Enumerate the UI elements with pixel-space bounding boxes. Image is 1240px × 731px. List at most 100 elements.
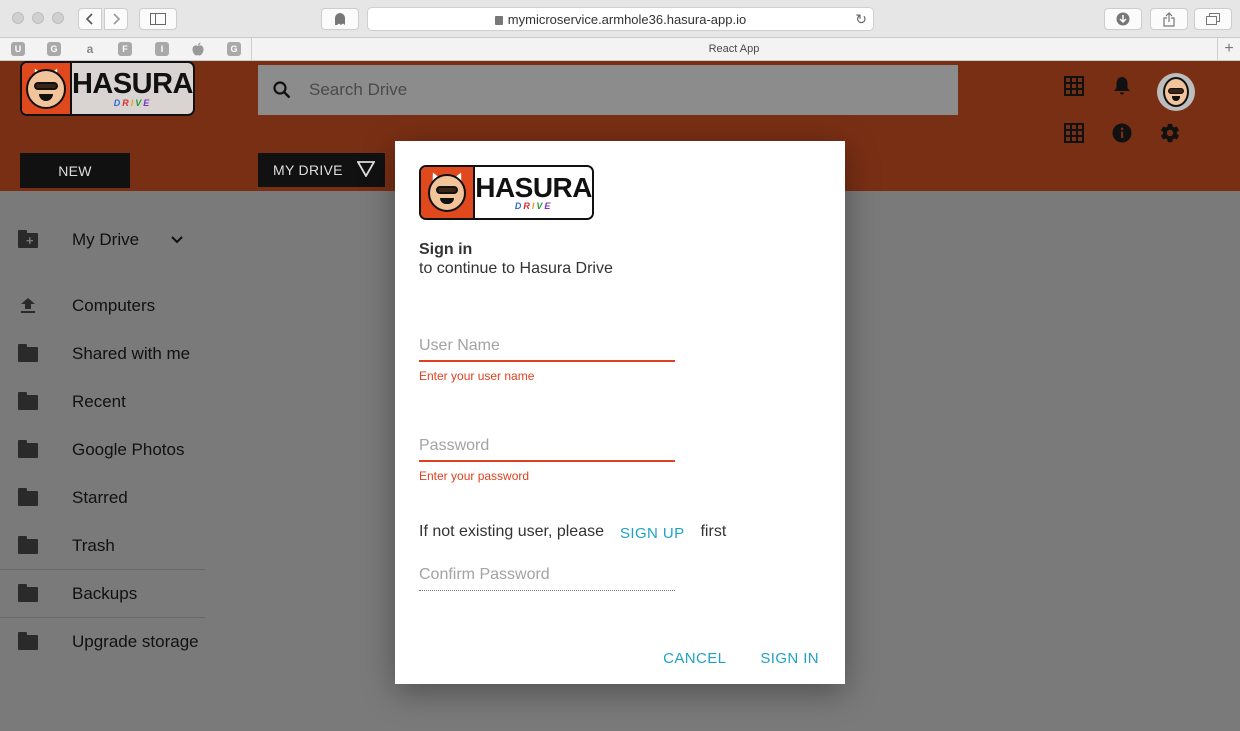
sidebar-icon [150,13,166,25]
logo-text: HASURA [71,67,193,100]
sidebar-item-label: Trash [72,536,115,555]
my-drive-label: MY DRIVE [273,162,343,178]
sign-in-button[interactable]: SIGN IN [760,650,819,667]
address-bar[interactable]: mymicroservice.armhole36.hasura-app.io ↻ [367,7,874,31]
username-underline [419,360,675,362]
favorites-bar: U G a F I G React App + [0,38,1240,61]
sidebar-item-label: Upgrade storage [72,632,199,651]
sidebar-item-label: Shared with me [72,344,191,363]
folder-add-icon: + [18,229,38,250]
tabs-icon [1206,13,1220,25]
sidebar-item-computers[interactable]: Computers [0,286,205,326]
my-drive-dropdown[interactable]: MY DRIVE [258,153,385,187]
tabs-overview-button[interactable] [1194,8,1232,30]
grid-view-icon[interactable] [1062,121,1086,145]
folder-icon [18,391,38,412]
back-button[interactable] [78,8,102,30]
tab-title[interactable]: React App [252,38,1216,60]
sidebar-item-starred[interactable]: Starred [0,478,205,518]
folder-icon [18,439,38,460]
password-input[interactable] [419,435,675,457]
mascot-icon [421,167,474,218]
share-button[interactable] [1150,8,1188,30]
signup-row: If not existing user, please SIGN UP fir… [419,523,727,542]
sidebar-item-google-photos[interactable]: Google Photos [0,430,205,470]
folder-icon [18,631,38,652]
folder-icon [18,583,38,604]
sidebar-item-my-drive[interactable]: + My Drive [0,220,205,260]
logo-text: HASURA [475,172,592,203]
user-avatar[interactable] [1157,73,1195,111]
new-tab-button[interactable]: + [1217,38,1240,60]
url-text: mymicroservice.armhole36.hasura-app.io [507,11,747,27]
upload-icon [18,296,38,316]
favorite-i[interactable]: I [155,42,169,56]
lock-icon [494,15,503,25]
logo-subtext: DRIVE [113,97,152,108]
confirm-password-underline [419,590,675,591]
apps-grid-icon[interactable] [1062,74,1086,98]
sidebar-item-backups[interactable]: Backups [0,574,205,614]
minimize-window-button[interactable] [32,12,44,24]
logo-subtext: DRIVE [514,201,553,211]
share-icon [1163,11,1175,27]
favorite-f[interactable]: F [118,42,132,56]
mascot-icon [22,63,70,114]
browser-toolbar: mymicroservice.armhole36.hasura-app.io ↻ [0,0,1240,38]
sidebar-item-upgrade-storage[interactable]: Upgrade storage [0,622,205,662]
sidebar-item-label: Backups [72,584,138,603]
triangle-down-icon [356,160,376,180]
signup-prefix: If not existing user, please [419,523,604,540]
zoom-window-button[interactable] [52,12,64,24]
favorite-apple[interactable] [191,42,205,56]
chevron-right-icon [113,13,120,25]
dialog-logo: HASURA DRIVE [419,165,594,220]
sidebar-toggle-button[interactable] [139,8,177,30]
app-logo[interactable]: HASURA DRIVE [20,61,195,116]
folder-icon [18,487,38,508]
sidebar-item-label: Recent [72,392,126,411]
download-icon [1116,12,1130,26]
folder-icon [18,535,38,556]
reload-icon[interactable]: ↻ [855,11,867,28]
username-field: Enter your user name [419,335,675,383]
plus-icon: + [1224,40,1234,57]
settings-gear-icon[interactable] [1158,121,1182,145]
new-button[interactable]: NEW [20,153,130,188]
sign-in-dialog: HASURA DRIVE Sign in to continue to Hasu… [395,141,845,684]
sign-up-button[interactable]: SIGN UP [620,525,684,542]
info-icon[interactable] [1110,121,1134,145]
forward-button[interactable] [104,8,128,30]
password-underline [419,460,675,462]
close-window-button[interactable] [12,12,24,24]
cancel-button[interactable]: CANCEL [663,650,726,667]
dialog-subtitle: to continue to Hasura Drive [419,260,613,277]
favorite-g-2[interactable]: G [227,42,241,56]
notifications-bell-icon[interactable] [1110,74,1134,98]
confirm-password-field [419,564,675,591]
folder-icon [18,343,38,364]
sidebar-item-shared-with-me[interactable]: Shared with me [0,334,205,374]
avatar-face-icon [1163,77,1189,107]
sidebar-item-recent[interactable]: Recent [0,382,205,422]
sidebar-item-label: Starred [72,488,128,507]
sidebar-item-trash[interactable]: Trash [0,526,205,566]
downloads-button[interactable] [1104,8,1142,30]
chevron-down-icon[interactable] [171,233,183,247]
sidebar-divider [0,617,205,618]
signup-suffix: first [700,523,727,540]
search-icon[interactable] [262,80,302,100]
username-input[interactable] [419,335,675,357]
sidebar-divider [0,569,205,570]
privacy-button[interactable] [321,8,359,30]
sidebar-item-label: My Drive [72,230,140,249]
search-bar [258,65,958,115]
favorite-g[interactable]: G [47,42,61,56]
chevron-left-icon [86,13,93,25]
search-input[interactable] [309,80,909,100]
apple-icon [192,42,204,56]
sidebar-item-label: Computers [72,296,156,315]
favorite-amazon[interactable]: a [83,42,97,56]
favorite-u[interactable]: U [11,42,25,56]
confirm-password-input[interactable] [419,564,675,586]
